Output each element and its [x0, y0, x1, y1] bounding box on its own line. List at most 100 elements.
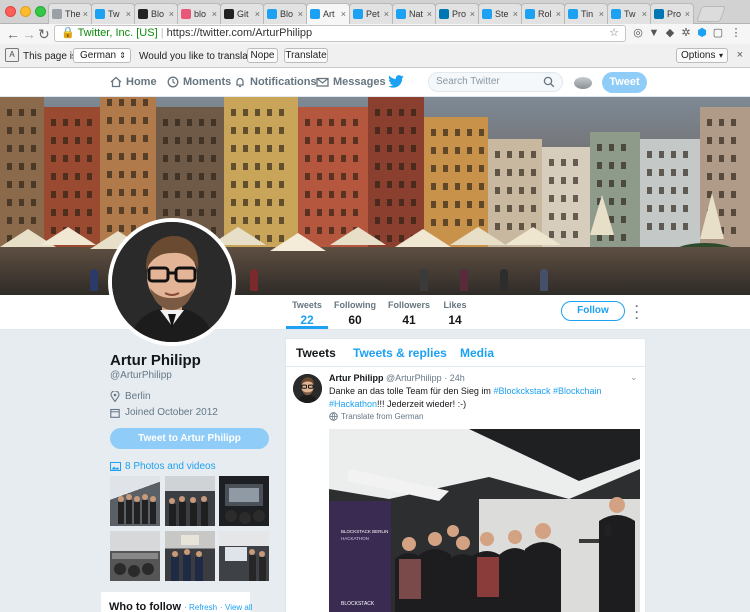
tweet-author-name[interactable]: Artur Philipp — [329, 373, 384, 383]
browser-tab[interactable]: Pro × — [435, 3, 479, 24]
close-tab-icon[interactable]: × — [642, 9, 647, 19]
browser-tab[interactable]: Art × — [306, 3, 350, 24]
stat-followers[interactable]: Followers 41 — [387, 300, 431, 327]
close-tab-icon[interactable]: × — [384, 9, 389, 19]
window-close-button[interactable] — [5, 6, 16, 17]
search-icon[interactable] — [543, 76, 555, 88]
extension-icon[interactable]: ⬢ — [696, 27, 708, 39]
twitter-icon — [310, 9, 320, 19]
close-tab-icon[interactable]: × — [126, 9, 131, 19]
profile-avatar[interactable] — [108, 218, 236, 346]
window-minimize-button[interactable] — [20, 6, 31, 17]
tab-tweets-replies[interactable]: Tweets & replies — [353, 346, 447, 360]
extension-icon[interactable]: ◆ — [664, 27, 676, 39]
close-tab-icon[interactable]: × — [427, 9, 432, 19]
browser-tab[interactable]: Ste × — [478, 3, 522, 24]
browser-tab[interactable]: Tw × — [91, 3, 135, 24]
browser-tab[interactable]: Pet × — [349, 3, 393, 24]
media-thumbnail[interactable] — [219, 476, 269, 526]
window-zoom-button[interactable] — [35, 6, 46, 17]
extension-icon[interactable]: ◎ — [632, 27, 644, 39]
profile-handle: @ArturPhilipp — [110, 370, 172, 381]
stat-likes[interactable]: Likes 14 — [441, 300, 469, 327]
nav-notifications[interactable]: Notifications — [234, 76, 317, 88]
more-options-icon[interactable]: · · · — [635, 300, 639, 324]
nav-notifications-label: Notifications — [250, 76, 317, 88]
close-tab-icon[interactable]: × — [556, 9, 561, 19]
media-thumbnail[interactable] — [110, 531, 160, 581]
follow-button[interactable]: Follow — [561, 301, 625, 321]
extension-icon[interactable]: ✲ — [680, 27, 692, 39]
twitter-logo-icon[interactable] — [388, 75, 404, 88]
browser-tab[interactable]: The × — [48, 3, 92, 24]
photos-videos-link[interactable]: 8 Photos and videos — [110, 461, 216, 472]
close-tab-icon[interactable]: × — [685, 9, 690, 19]
close-infobar-icon[interactable]: × — [737, 49, 743, 61]
translate-tweet-link[interactable]: Translate from German — [329, 412, 423, 421]
tweet-photo[interactable]: BLOCKSTACK BERLIN HACKATHON BLOCKSTACK — [329, 429, 640, 612]
hashtag-link[interactable]: #Hackathon — [329, 399, 377, 409]
stat-tweets[interactable]: Tweets 22 — [286, 300, 328, 327]
account-avatar[interactable] — [574, 77, 592, 89]
media-thumbnail[interactable] — [165, 531, 215, 581]
forward-button[interactable]: → — [22, 25, 36, 43]
browser-tab[interactable]: Blo × — [134, 3, 178, 24]
nav-messages[interactable]: Messages — [316, 76, 386, 88]
language-select[interactable]: German ⇕ — [73, 48, 131, 63]
browser-tab[interactable]: Pro × — [650, 3, 694, 24]
bookmark-star-icon[interactable]: ☆ — [609, 26, 619, 41]
close-tab-icon[interactable]: × — [298, 9, 303, 19]
translate-button[interactable]: Translate — [284, 48, 328, 63]
hashtag-link[interactable]: #Blockckstack — [493, 386, 550, 396]
reload-button[interactable]: ↻ — [38, 25, 50, 43]
extension-icon[interactable]: ▼ — [648, 27, 660, 39]
nav-messages-label: Messages — [333, 76, 386, 88]
browser-tab[interactable]: Tw × — [607, 3, 651, 24]
options-button[interactable]: Options ▾ — [676, 48, 728, 63]
tweet-button[interactable]: Tweet — [602, 72, 647, 93]
tab-media[interactable]: Media — [460, 346, 494, 360]
browser-tab[interactable]: Git × — [220, 3, 264, 24]
nav-home[interactable]: Home — [110, 76, 157, 88]
tweet-to-button[interactable]: Tweet to Artur Philipp — [110, 428, 269, 449]
close-tab-icon[interactable]: × — [341, 9, 346, 19]
search-placeholder: Search Twitter — [436, 76, 500, 87]
browser-tab[interactable]: Tin × — [564, 3, 608, 24]
tweet-avatar[interactable] — [293, 374, 322, 403]
view-all-link[interactable]: · View all — [220, 603, 252, 612]
twitter-icon — [568, 9, 578, 19]
close-tab-icon[interactable]: × — [470, 9, 475, 19]
stat-value: 41 — [402, 313, 416, 327]
media-thumbnail[interactable] — [219, 531, 269, 581]
menu-icon[interactable]: ⋮ — [730, 27, 742, 39]
hashtag-link[interactable]: #Blockchain — [553, 386, 602, 396]
back-button[interactable]: ← — [6, 25, 20, 43]
browser-tab[interactable]: Nat × — [392, 3, 436, 24]
extension-icon[interactable]: ▢ — [712, 27, 724, 39]
tab-tweets[interactable]: Tweets — [296, 346, 336, 360]
media-thumbnail[interactable] — [110, 476, 160, 526]
nav-moments[interactable]: Moments — [167, 76, 231, 88]
close-tab-icon[interactable]: × — [83, 9, 88, 19]
chevron-down-icon[interactable]: ⌄ — [630, 372, 638, 383]
browser-tab-label: blo — [194, 9, 207, 19]
close-tab-icon[interactable]: × — [513, 9, 518, 19]
tweet-time[interactable]: · 24h — [444, 373, 465, 383]
browser-tab[interactable]: Rol × — [521, 3, 565, 24]
nope-button[interactable]: Nope — [247, 48, 278, 63]
tweet-author-handle: @ArturPhilipp — [386, 373, 442, 383]
close-tab-icon[interactable]: × — [212, 9, 217, 19]
address-bar[interactable]: 🔒 Twitter, Inc. [US] | https://twitter.c… — [54, 25, 626, 42]
new-tab-button[interactable] — [696, 6, 726, 22]
profile-name[interactable]: Artur Philipp — [110, 352, 201, 369]
browser-tab[interactable]: blo × — [177, 3, 221, 24]
location-pin-icon — [110, 391, 120, 402]
media-thumbnail[interactable] — [165, 476, 215, 526]
close-tab-icon[interactable]: × — [169, 9, 174, 19]
close-tab-icon[interactable]: × — [599, 9, 604, 19]
stat-following[interactable]: Following 60 — [333, 300, 377, 327]
close-tab-icon[interactable]: × — [255, 9, 260, 19]
search-input[interactable]: Search Twitter — [428, 72, 563, 92]
refresh-link[interactable]: · Refresh — [184, 603, 217, 612]
browser-tab[interactable]: Blo × — [263, 3, 307, 24]
